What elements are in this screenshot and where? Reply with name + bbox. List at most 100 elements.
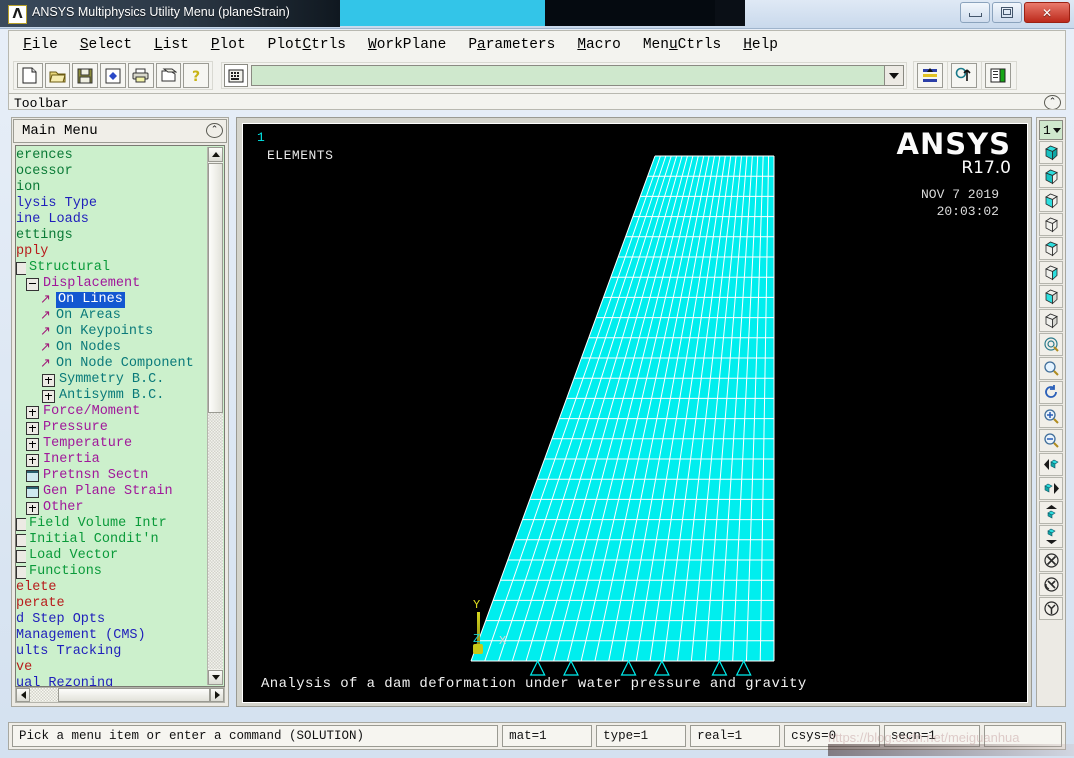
pan-down-icon[interactable] (1039, 525, 1063, 548)
raise-hidden-icon[interactable] (917, 63, 943, 88)
hscrollbar-thumb[interactable] (58, 688, 210, 702)
menu-parameters[interactable]: Parameters (468, 37, 555, 53)
fit-view-icon[interactable] (1039, 381, 1063, 404)
scroll-right-button[interactable] (210, 688, 224, 702)
tree-item[interactable]: ine Loads (16, 212, 224, 228)
tree-item[interactable]: ↗On Node Component (16, 356, 224, 372)
window-selector[interactable]: 1 (1039, 120, 1063, 140)
command-dropdown-button[interactable] (884, 66, 903, 85)
tree-item[interactable]: Field Volume Intr (16, 516, 224, 532)
tree-item[interactable]: ↗On Lines (16, 292, 224, 308)
menu-select[interactable]: Select (80, 37, 132, 53)
scroll-down-button[interactable] (208, 670, 223, 685)
tree-item[interactable]: Antisymm B.C. (16, 388, 224, 404)
command-input[interactable] (251, 65, 904, 86)
tree-item[interactable]: ↗On Nodes (16, 340, 224, 356)
tree-item[interactable]: Initial Condit'n (16, 532, 224, 548)
tree-item[interactable]: Management (CMS) (16, 628, 224, 644)
tree-item[interactable]: perate (16, 596, 224, 612)
top-view-icon[interactable] (1039, 237, 1063, 260)
status-mat[interactable]: mat=1 (502, 725, 592, 747)
menu-help[interactable]: Help (743, 37, 778, 53)
tree-item[interactable]: pply (16, 244, 224, 260)
tree-item[interactable]: ults Tracking (16, 644, 224, 660)
close-button[interactable]: ✕ (1024, 2, 1070, 23)
tree-item[interactable]: ↗On Keypoints (16, 324, 224, 340)
tree-item[interactable]: Symmetry B.C. (16, 372, 224, 388)
tree-item[interactable]: Load Vector (16, 548, 224, 564)
expand-plus-icon[interactable] (26, 502, 39, 515)
back-view-icon[interactable] (1039, 213, 1063, 236)
tree-item[interactable]: Structural (16, 260, 224, 276)
main-menu-collapse-button[interactable]: ⌃ (206, 123, 223, 138)
tree-item[interactable]: Pretnsn Sectn (16, 468, 224, 484)
zoom-out-icon[interactable] (1039, 429, 1063, 452)
bottom-view-icon[interactable] (1039, 261, 1063, 284)
scroll-up-button[interactable] (208, 147, 223, 162)
menu-workplane[interactable]: WorkPlane (368, 37, 446, 53)
expand-plus-icon[interactable] (26, 438, 39, 451)
dynamic-mode-icon[interactable] (1039, 597, 1063, 620)
graphics-viewport[interactable]: 1 ELEMENTS ANSYS R17.0 NOV 7 2019 20:03:… (242, 123, 1028, 703)
main-menu-horizontal-scrollbar[interactable] (15, 687, 225, 703)
help-question-icon[interactable]: ? (183, 63, 209, 88)
save-floppy-icon[interactable] (72, 63, 98, 88)
rotate-x-icon[interactable] (1039, 549, 1063, 572)
tree-item[interactable]: Gen Plane Strain (16, 484, 224, 500)
tree-item[interactable]: ettings (16, 228, 224, 244)
expand-plus-icon[interactable] (26, 422, 39, 435)
new-file-icon[interactable] (17, 63, 43, 88)
tree-item[interactable]: ↗On Areas (16, 308, 224, 324)
status-type[interactable]: type=1 (596, 725, 686, 747)
tree-item[interactable]: Force/Moment (16, 404, 224, 420)
expand-plus-icon[interactable] (26, 406, 39, 419)
resume-cube-icon[interactable] (100, 63, 126, 88)
maximize-button[interactable] (992, 2, 1022, 23)
expand-plus-icon[interactable] (42, 374, 55, 387)
tree-item[interactable]: Temperature (16, 436, 224, 452)
scrollbar-thumb[interactable] (208, 163, 223, 413)
report-icon[interactable] (156, 63, 182, 88)
menu-menuctrls[interactable]: MenuCtrls (643, 37, 721, 53)
open-folder-icon[interactable] (45, 63, 71, 88)
tree-item[interactable]: erences (16, 148, 224, 164)
print-icon[interactable] (128, 63, 154, 88)
expand-plus-icon[interactable] (26, 454, 39, 467)
tree-item[interactable]: elete (16, 580, 224, 596)
isometric-view-icon[interactable] (1039, 141, 1063, 164)
front-view-icon[interactable] (1039, 189, 1063, 212)
contact-manager-icon[interactable] (985, 63, 1011, 88)
wp-rotate-icon[interactable] (1039, 333, 1063, 356)
reset-picking-icon[interactable] (951, 63, 977, 88)
menu-plotctrls[interactable]: PlotCtrls (268, 37, 346, 53)
pan-left-icon[interactable] (1039, 453, 1063, 476)
pan-right-icon[interactable] (1039, 477, 1063, 500)
pan-up-icon[interactable] (1039, 501, 1063, 524)
menu-macro[interactable]: Macro (577, 37, 621, 53)
zoom-window-icon[interactable] (1039, 357, 1063, 380)
tree-item[interactable]: Inertia (16, 452, 224, 468)
expand-plus-icon[interactable] (42, 390, 55, 403)
rotate-y-icon[interactable] (1039, 573, 1063, 596)
scrollbar-track[interactable] (208, 413, 223, 669)
zoom-in-icon[interactable] (1039, 405, 1063, 428)
minimize-button[interactable] (960, 2, 990, 23)
menu-plot[interactable]: Plot (211, 37, 246, 53)
tree-item[interactable]: lysis Type (16, 196, 224, 212)
scroll-left-button[interactable] (16, 688, 30, 702)
menu-list[interactable]: List (154, 37, 189, 53)
hscroll-track-left[interactable] (30, 688, 58, 702)
oblique-view-icon[interactable] (1039, 165, 1063, 188)
keyboard-icon[interactable] (224, 64, 248, 87)
main-menu-vertical-scrollbar[interactable] (207, 147, 223, 685)
toolbar-collapse-button[interactable]: ⌃ (1044, 95, 1061, 110)
tree-item[interactable]: ual Rezoning (16, 676, 224, 687)
left-view-icon[interactable] (1039, 285, 1063, 308)
menu-file[interactable]: File (23, 37, 58, 53)
tree-item[interactable]: d Step Opts (16, 612, 224, 628)
tree-item[interactable]: Pressure (16, 420, 224, 436)
right-view-icon[interactable] (1039, 309, 1063, 332)
tree-item[interactable]: ocessor (16, 164, 224, 180)
tree-item[interactable]: ve (16, 660, 224, 676)
tree-item[interactable]: Displacement (16, 276, 224, 292)
